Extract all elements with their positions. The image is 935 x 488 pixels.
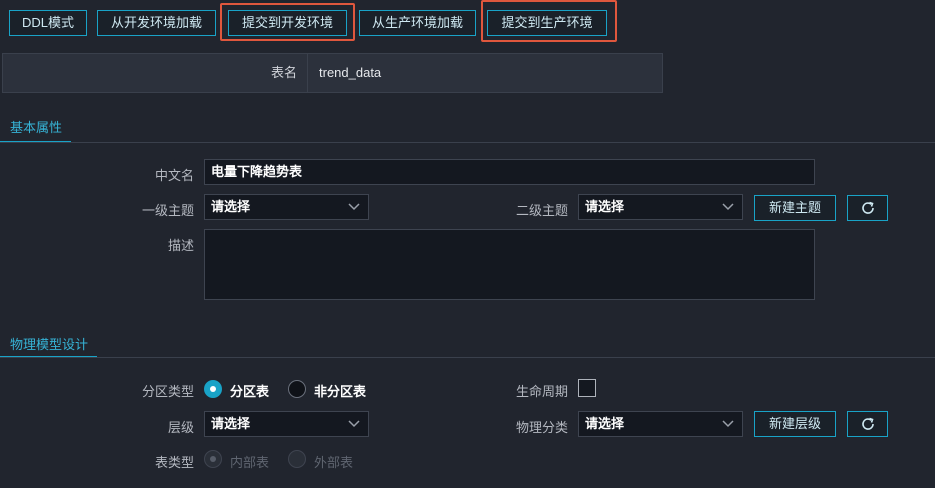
physical-section-divider bbox=[0, 357, 935, 358]
table-type-label: 表类型 bbox=[154, 455, 194, 470]
chevron-down-icon bbox=[722, 420, 734, 428]
level2-topic-value: 请选择 bbox=[585, 199, 625, 214]
submit-to-dev-button[interactable]: 提交到开发环境 bbox=[228, 10, 347, 36]
partition-table-label[interactable]: 分区表 bbox=[230, 381, 269, 400]
description-textarea[interactable] bbox=[204, 229, 815, 300]
physical-category-label: 物理分类 bbox=[515, 420, 568, 435]
new-topic-button[interactable]: 新建主题 bbox=[754, 195, 836, 221]
refresh-layer-button[interactable] bbox=[847, 411, 888, 437]
chevron-down-icon bbox=[722, 203, 734, 211]
external-table-label: 外部表 bbox=[314, 455, 354, 470]
level2-topic-label: 二级主题 bbox=[515, 203, 568, 218]
chevron-down-icon bbox=[348, 203, 360, 211]
table-name-row: 表名 trend_data bbox=[2, 53, 663, 93]
refresh-icon bbox=[861, 417, 874, 430]
physical-category-value: 请选择 bbox=[585, 416, 625, 431]
description-label: 描述 bbox=[167, 238, 194, 253]
layer-value: 请选择 bbox=[211, 416, 251, 431]
level2-topic-select[interactable]: 请选择 bbox=[578, 194, 743, 220]
non-partition-table-label[interactable]: 非分区表 bbox=[314, 381, 366, 400]
partition-type-label: 分区类型 bbox=[141, 384, 194, 399]
internal-table-radio bbox=[204, 450, 222, 468]
new-layer-button[interactable]: 新建层级 bbox=[754, 411, 836, 437]
tab-basic-attributes[interactable]: 基本属性 bbox=[0, 118, 62, 142]
load-from-dev-button[interactable]: 从开发环境加载 bbox=[97, 10, 216, 36]
physical-category-select[interactable]: 请选择 bbox=[578, 411, 743, 437]
level1-topic-label: 一级主题 bbox=[141, 203, 194, 218]
lifecycle-label: 生命周期 bbox=[515, 384, 568, 399]
basic-section-divider bbox=[0, 142, 935, 143]
refresh-icon bbox=[861, 201, 874, 214]
internal-table-label: 内部表 bbox=[230, 455, 270, 470]
submit-to-prod-button[interactable]: 提交到生产环境 bbox=[487, 10, 607, 36]
level1-topic-value: 请选择 bbox=[211, 199, 251, 214]
layer-select[interactable]: 请选择 bbox=[204, 411, 369, 437]
layer-label: 层级 bbox=[167, 420, 194, 435]
chinese-name-input[interactable]: 电量下降趋势表 bbox=[204, 159, 815, 185]
external-table-radio bbox=[288, 450, 306, 468]
refresh-topic-button[interactable] bbox=[847, 195, 888, 221]
chevron-down-icon bbox=[348, 420, 360, 428]
table-name-label: 表名 bbox=[270, 65, 297, 80]
load-from-prod-button[interactable]: 从生产环境加载 bbox=[359, 10, 476, 36]
chinese-name-label: 中文名 bbox=[154, 168, 194, 183]
partition-table-radio[interactable] bbox=[204, 380, 222, 398]
table-name-divider bbox=[307, 54, 308, 92]
non-partition-table-radio[interactable] bbox=[288, 380, 306, 398]
ddl-mode-button[interactable]: DDL模式 bbox=[9, 10, 87, 36]
level1-topic-select[interactable]: 请选择 bbox=[204, 194, 369, 220]
lifecycle-checkbox[interactable] bbox=[578, 379, 596, 397]
table-name-value: trend_data bbox=[319, 65, 382, 80]
